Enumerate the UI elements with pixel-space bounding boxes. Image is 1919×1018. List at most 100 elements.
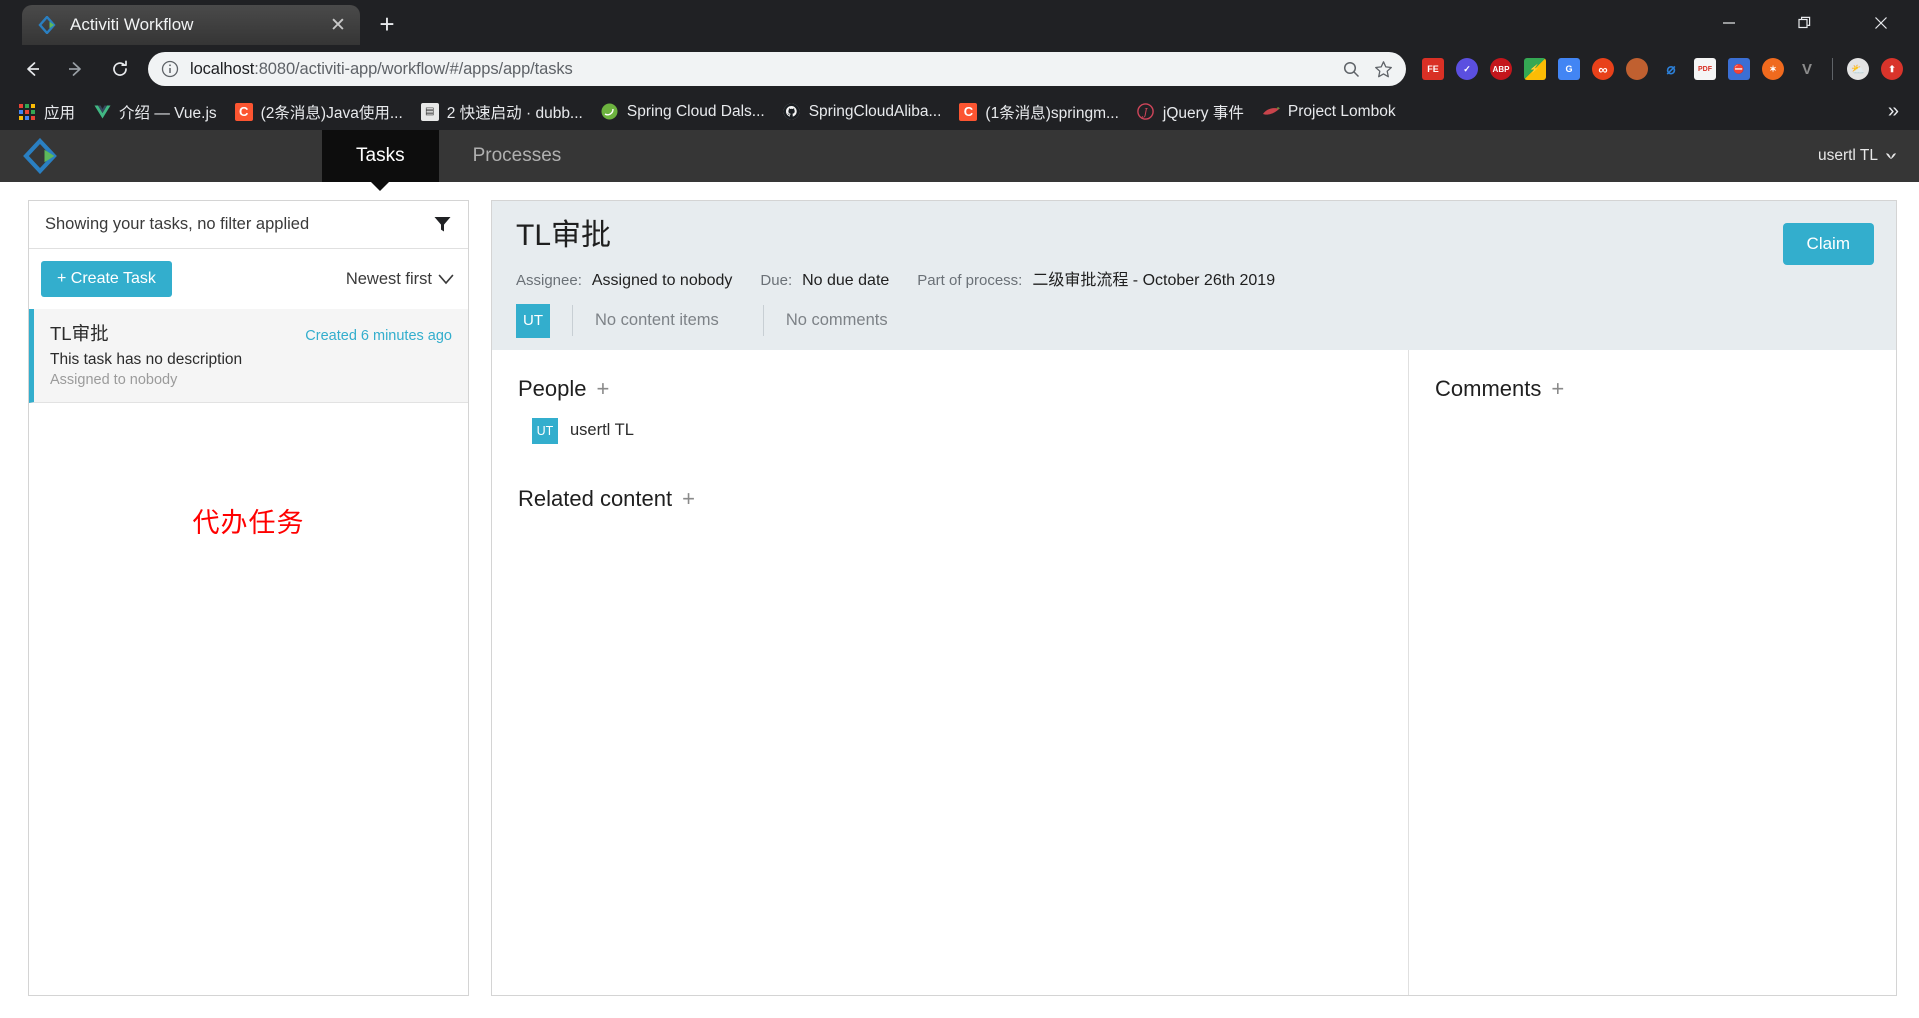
activiti-diamond-icon [38,15,56,35]
bookmark-jquery[interactable]: J jQuery 事件 [1129,97,1252,127]
profile-avatar[interactable]: ⛅ [1847,58,1869,80]
task-list[interactable]: TL审批 Created 6 minutes ago This task has… [29,309,468,995]
task-name: TL审批 [50,323,109,344]
star-icon[interactable] [1370,60,1396,79]
user-menu[interactable]: usertl TL [1818,130,1919,182]
close-icon[interactable]: ✕ [326,14,350,37]
filter-status-text: Showing your tasks, no filter applied [45,215,310,233]
back-button[interactable] [14,51,50,87]
detail-main-column: People + UT usertl TL Related content + [492,349,1409,995]
tab-processes[interactable]: Processes [439,130,596,182]
create-task-button[interactable]: + Create Task [41,261,172,297]
task-actions: + Create Task Newest first [29,249,468,309]
chevron-down-icon [1885,152,1897,160]
ext-9[interactable]: ⛔ [1728,58,1750,80]
app-header: Tasks Processes usertl TL [0,130,1919,191]
lombok-icon [1262,103,1280,121]
content-items-summary[interactable]: No content items [572,304,741,337]
search-icon[interactable] [1338,60,1364,79]
tab-label: Processes [472,145,562,166]
bookmark-label: Project Lombok [1287,102,1396,120]
bookmark-apps[interactable]: 应用 [10,97,83,127]
tab-tasks[interactable]: Tasks [322,130,439,191]
forward-button[interactable] [58,51,94,87]
activiti-app: Tasks Processes usertl TL Showing your t… [0,130,1919,1018]
bookmarks-bar: 应用 介绍 — Vue.js C (2条消息)Java使用... ▤ 2 快速启… [0,93,1919,130]
ext-3[interactable]: ⚡ [1524,58,1546,80]
extension-icons: FE ✓ ABP ⚡ G ∞ ⌀ PDF ⛔ ✶ V ⛅ ⬆ [1416,58,1909,80]
vue-icon [93,103,111,121]
bookmark-github[interactable]: SpringCloudAliba... [775,99,950,125]
tab-strip: Activiti Workflow ✕ + [0,0,1919,45]
add-related-content-icon[interactable]: + [682,487,695,510]
activiti-logo[interactable] [0,130,80,182]
filter-bar: Showing your tasks, no filter applied [29,201,468,249]
csdn-icon: C [234,102,253,121]
ext-2[interactable]: ABP [1490,58,1512,80]
user-name: usertl TL [1817,147,1878,164]
maximize-icon[interactable] [1767,0,1843,45]
minimize-icon[interactable] [1691,0,1767,45]
window-controls [1691,0,1919,45]
list-item[interactable]: TL审批 Created 6 minutes ago This task has… [29,309,468,403]
ext-11[interactable]: V [1796,58,1818,80]
bookmark-label: SpringCloudAliba... [808,102,942,120]
sort-dropdown[interactable]: Newest first [346,270,454,289]
ext-13[interactable]: ⬆ [1881,58,1903,80]
close-window-icon[interactable] [1843,0,1919,45]
app-body: Showing your tasks, no filter applied + … [0,182,1919,1018]
new-tab-button[interactable]: + [368,5,406,43]
ext-0[interactable]: FE [1422,58,1444,80]
bookmark-csdn-java[interactable]: C (2条消息)Java使用... [227,97,411,127]
ext-4[interactable]: G [1558,58,1580,80]
bookmarks-overflow-button[interactable]: » [1878,100,1909,123]
due-value: No due date [802,271,890,289]
site-info-icon[interactable] [160,59,180,79]
tab-label: Tasks [356,145,405,166]
related-content-title: Related content [518,485,673,511]
sort-label: Newest first [345,269,432,288]
bookmark-label: 2 快速启动 · dubb... [446,104,583,122]
add-comment-icon[interactable]: + [1551,377,1564,400]
task-detail-panel: TL审批 Claim Assignee: Assigned to nobody … [491,200,1897,996]
task-description: This task has no description [50,351,243,368]
ext-5[interactable]: ∞ [1592,58,1614,80]
bookmark-dubbo[interactable]: ▤ 2 快速启动 · dubb... [413,97,591,127]
ext-10[interactable]: ✶ [1762,58,1784,80]
book-icon: ▤ [420,102,439,121]
page-title: TL审批 [516,219,612,252]
tab-title: Activiti Workflow [70,15,194,34]
chevron-down-icon [438,274,454,285]
comments-summary[interactable]: No comments [762,304,910,337]
claim-button[interactable]: Claim [1782,223,1874,265]
address-bar[interactable]: localhost:8080/activiti-app/workflow/#/a… [148,52,1406,86]
ext-1[interactable]: ✓ [1456,58,1478,80]
ext-8[interactable]: PDF [1694,58,1716,80]
bookmark-spring-cloud[interactable]: Spring Cloud Dals... [593,99,773,125]
people-section-header: People + [518,376,1408,402]
task-assignee: Assigned to nobody [50,372,178,388]
ext-6[interactable] [1626,58,1648,80]
task-created: Created 6 minutes ago [305,328,452,344]
reload-button[interactable] [102,51,138,87]
task-meta: Assignee: Assigned to nobody Due: No due… [516,266,1872,290]
related-content-section-header: Related content + [518,486,1408,512]
task-list-panel: Showing your tasks, no filter applied + … [28,200,469,996]
process-value: 二级审批流程 - October 26th 2019 [1032,271,1276,289]
bookmark-lombok[interactable]: Project Lombok [1254,99,1404,125]
csdn-icon: C [959,102,978,121]
funnel-icon[interactable] [430,215,452,234]
task-sub-header: UT No content items No comments [516,303,1872,350]
toolbar-divider [1832,58,1833,80]
add-person-icon[interactable]: + [597,377,610,400]
task-item-header: TL审批 Created 6 minutes ago [50,320,452,346]
bookmark-vuejs[interactable]: 介绍 — Vue.js [85,97,225,127]
list-item[interactable]: UT usertl TL [518,417,1408,444]
avatar: UT [516,303,550,338]
browser-tab[interactable]: Activiti Workflow ✕ [22,5,360,45]
task-detail-body: People + UT usertl TL Related content + [492,349,1896,995]
url-path: :8080/activiti-app/workflow/#/apps/app/t… [254,59,573,78]
bookmark-csdn-springm[interactable]: C (1条消息)springm... [951,97,1127,127]
ext-7[interactable]: ⌀ [1660,58,1682,80]
